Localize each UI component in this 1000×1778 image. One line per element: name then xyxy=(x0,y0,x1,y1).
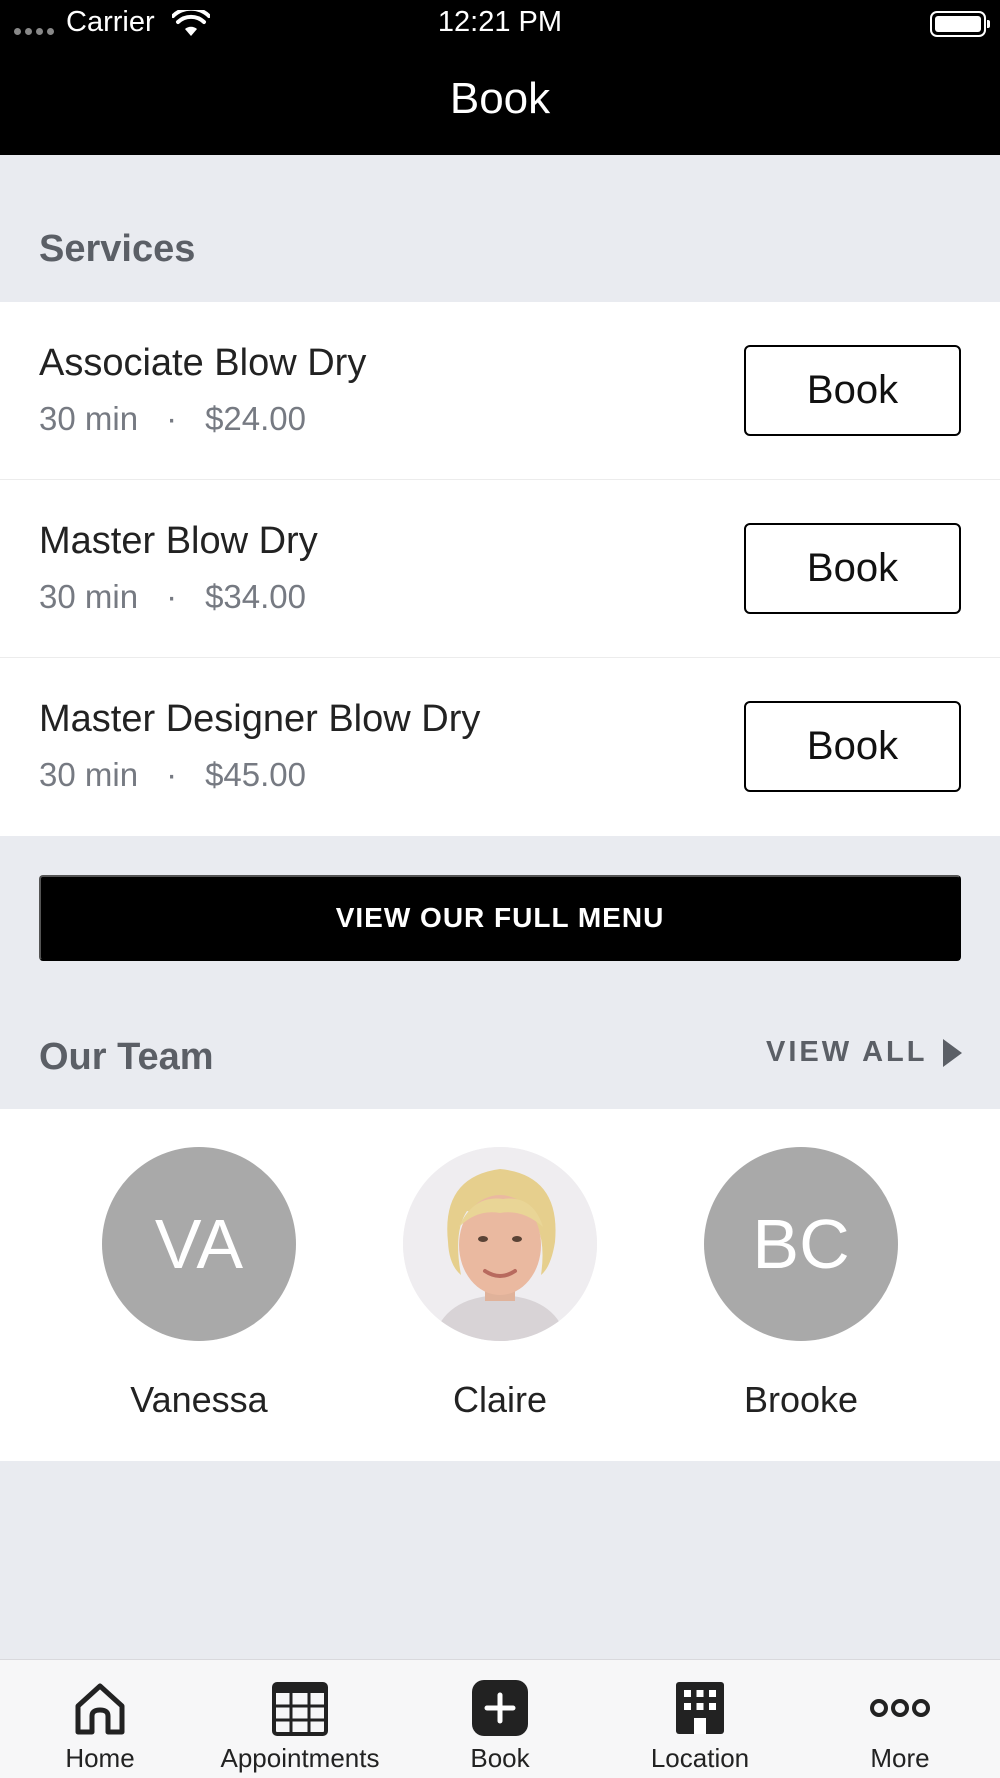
services-list: Associate Blow Dry 30 min · $24.00 Book … xyxy=(0,302,1000,836)
service-price: $24.00 xyxy=(205,400,306,437)
tab-label[interactable]: Home xyxy=(0,1743,200,1774)
team-member[interactable]: VA Vanessa xyxy=(102,1147,296,1421)
page-title: Book xyxy=(449,74,551,123)
meta-separator: · xyxy=(166,400,178,437)
avatar[interactable]: BC xyxy=(704,1147,898,1341)
view-full-menu-button[interactable]: VIEW OUR FULL MENU xyxy=(39,875,961,961)
status-bar: Carrier 12:21 PM xyxy=(0,0,1000,48)
service-meta: 30 min · $45.00 xyxy=(39,756,306,794)
tab-label[interactable]: Appointments xyxy=(200,1743,400,1774)
service-row: Associate Blow Dry 30 min · $24.00 Book xyxy=(0,302,1000,480)
view-all-link[interactable]: VIEW ALL xyxy=(766,1036,963,1069)
service-duration: 30 min xyxy=(39,578,139,615)
member-name: Brooke xyxy=(743,1379,859,1420)
meta-separator: · xyxy=(166,578,178,615)
service-name: Associate Blow Dry xyxy=(39,342,367,384)
building-icon[interactable] xyxy=(670,1678,730,1738)
book-button[interactable]: Book xyxy=(744,345,961,436)
calendar-grid-icon[interactable] xyxy=(270,1678,330,1738)
tab-label[interactable]: More xyxy=(800,1743,1000,1774)
tab-location[interactable]: Location xyxy=(600,1660,800,1778)
service-meta: 30 min · $34.00 xyxy=(39,578,306,616)
service-price: $34.00 xyxy=(205,578,306,615)
more-dots-icon[interactable] xyxy=(870,1678,930,1738)
avatar[interactable]: VA xyxy=(102,1147,296,1341)
tab-home[interactable]: Home xyxy=(0,1660,200,1778)
team-heading: Our Team xyxy=(39,1036,214,1078)
service-price: $45.00 xyxy=(205,756,306,793)
services-heading: Services xyxy=(39,228,196,270)
service-name: Master Designer Blow Dry xyxy=(39,698,481,740)
home-icon[interactable] xyxy=(70,1678,130,1738)
plus-square-icon[interactable] xyxy=(470,1678,530,1738)
member-name: Vanessa xyxy=(130,1379,268,1420)
book-button[interactable]: Book xyxy=(744,523,961,614)
book-button[interactable]: Book xyxy=(744,701,961,792)
view-all-label[interactable]: VIEW ALL xyxy=(766,1036,927,1069)
service-duration: 30 min xyxy=(39,756,139,793)
person-photo-icon xyxy=(403,1147,597,1341)
tab-label[interactable]: Book xyxy=(400,1743,600,1774)
service-meta: 30 min · $24.00 xyxy=(39,400,306,438)
tab-bar: Home Appointments Book Location More xyxy=(0,1659,1000,1778)
service-row: Master Designer Blow Dry 30 min · $45.00… xyxy=(0,658,1000,836)
tab-label[interactable]: Location xyxy=(600,1743,800,1774)
team-list: VA Vanessa Claire BC Brooke xyxy=(0,1109,1000,1461)
tab-appointments[interactable]: Appointments xyxy=(200,1660,400,1778)
battery-icon xyxy=(930,11,990,37)
tab-book[interactable]: Book xyxy=(400,1660,600,1778)
member-name: Claire xyxy=(452,1379,548,1420)
team-member[interactable]: BC Brooke xyxy=(704,1147,898,1421)
arrow-right-icon[interactable] xyxy=(943,1038,963,1067)
team-member[interactable]: Claire xyxy=(403,1147,597,1421)
avatar-photo[interactable] xyxy=(403,1147,597,1341)
tab-more[interactable]: More xyxy=(800,1660,1000,1778)
service-name: Master Blow Dry xyxy=(39,520,318,562)
service-row: Master Blow Dry 30 min · $34.00 Book xyxy=(0,480,1000,658)
service-duration: 30 min xyxy=(39,400,139,437)
meta-separator: · xyxy=(166,756,178,793)
navigation-header: Book xyxy=(0,48,1000,155)
clock: 12:21 PM xyxy=(437,6,563,38)
